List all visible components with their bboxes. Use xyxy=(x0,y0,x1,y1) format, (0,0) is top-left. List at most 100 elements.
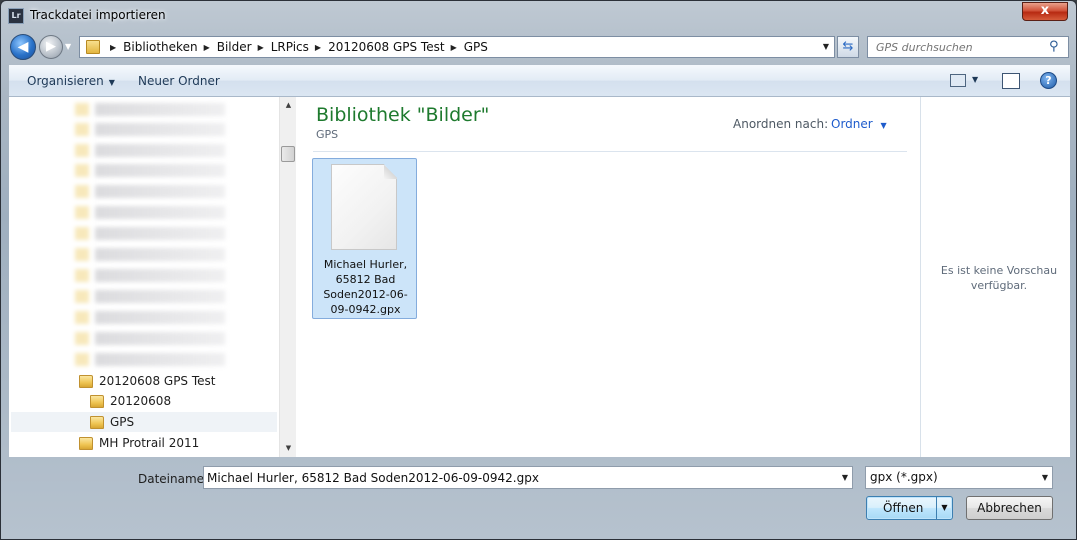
organize-label: Organisieren xyxy=(27,74,104,88)
arrow-left-icon: ◀ xyxy=(17,39,29,55)
chevron-down-icon: ▼ xyxy=(108,78,115,87)
chevron-right-icon[interactable]: ▶ xyxy=(258,43,264,52)
blurred-tree-item xyxy=(75,353,225,366)
blurred-tree-item xyxy=(75,248,225,261)
title-bar[interactable]: Lr Trackdatei importieren x xyxy=(1,1,1076,31)
blurred-tree-item xyxy=(75,185,225,198)
chevron-up-icon: ▲ xyxy=(285,101,292,109)
navigation-pane[interactable]: 20120608 GPS Test 20120608 GPS MH Protra… xyxy=(9,97,277,457)
search-icon[interactable]: ⚲ xyxy=(1049,40,1063,54)
breadcrumb-item-gps[interactable]: GPS xyxy=(464,40,488,54)
navigation-scrollbar[interactable]: ▲ ▼ xyxy=(279,97,296,457)
close-icon: x xyxy=(1040,3,1050,18)
lightroom-app-icon: Lr xyxy=(8,8,24,24)
no-preview-text: Es ist keine Vorschau verfügbar. xyxy=(940,264,1058,292)
library-subtitle: GPS xyxy=(316,128,339,141)
tree-item-label: GPS xyxy=(110,415,135,429)
chevron-right-icon[interactable]: ▶ xyxy=(451,43,457,52)
preview-pane: Es ist keine Vorschau verfügbar. xyxy=(920,97,1070,457)
address-dropdown-button[interactable]: ▼ xyxy=(818,37,834,57)
blurred-tree-item xyxy=(75,290,225,303)
chevron-down-icon: ▼ xyxy=(285,444,292,452)
forward-button[interactable]: ▶ xyxy=(39,35,63,59)
tree-item-20120608[interactable]: 20120608 xyxy=(90,391,277,411)
back-button[interactable]: ◀ xyxy=(10,34,36,60)
breadcrumb-item-bibliotheken[interactable]: Bibliotheken xyxy=(123,40,197,54)
arrange-by-value: Ordner xyxy=(831,117,873,131)
header-divider xyxy=(313,151,907,152)
file-item-gpx[interactable]: Michael Hurler, 65812 Bad Soden2012-06-0… xyxy=(312,158,417,319)
blurred-tree-item xyxy=(75,164,225,177)
chevron-down-icon[interactable]: ▼ xyxy=(972,75,978,84)
blurred-tree-item xyxy=(75,123,225,136)
blurred-tree-item xyxy=(75,206,225,219)
search-input[interactable] xyxy=(868,37,1044,57)
recent-pages-button[interactable]: ▼ xyxy=(65,42,75,52)
chevron-down-icon: ▼ xyxy=(941,503,948,512)
breadcrumb-item-lrpics[interactable]: LRPics xyxy=(271,40,309,54)
chevron-right-icon[interactable]: ▶ xyxy=(204,43,210,52)
chevron-down-icon: ▼ xyxy=(65,42,72,51)
tree-item-label: 20120608 GPS Test xyxy=(99,374,216,388)
tree-item-gps[interactable]: GPS xyxy=(11,412,277,432)
breadcrumb-item-gps-test[interactable]: 20120608 GPS Test xyxy=(328,40,445,54)
scroll-thumb[interactable] xyxy=(281,146,295,162)
arrange-by-label: Anordnen nach: xyxy=(733,117,829,131)
blurred-tree-item xyxy=(75,144,225,157)
file-type-value: gpx (*.gpx) xyxy=(870,470,938,484)
filename-label: Dateiname: xyxy=(138,472,209,486)
folder-icon xyxy=(90,394,104,408)
blurred-tree-item xyxy=(75,103,225,116)
file-type-select[interactable]: gpx (*.gpx) ▼ xyxy=(865,466,1053,489)
breadcrumb: ▶ Bibliotheken ▶ Bilder ▶ LRPics ▶ 20120… xyxy=(104,40,488,54)
cancel-button[interactable]: Abbrechen xyxy=(966,496,1053,520)
refresh-icon: ⇆ xyxy=(842,39,854,54)
chevron-down-icon: ▼ xyxy=(1041,473,1048,482)
command-bar: Organisieren ▼ Neuer Ordner ▼ ? xyxy=(9,65,1070,97)
new-folder-button[interactable]: Neuer Ordner xyxy=(138,74,220,88)
blurred-tree-item xyxy=(75,332,225,345)
search-box[interactable]: ⚲ xyxy=(867,36,1069,58)
navigation-row: ◀ ▶ ▼ ▶ Bibliotheken ▶ Bilder ▶ LRPics ▶… xyxy=(1,31,1076,63)
help-icon[interactable]: ? xyxy=(1040,72,1057,89)
folder-icon xyxy=(79,436,93,450)
library-title: Bibliothek "Bilder" xyxy=(316,104,490,126)
change-view-icon[interactable] xyxy=(950,74,966,87)
filename-field[interactable] xyxy=(204,467,824,488)
scroll-up-button[interactable]: ▲ xyxy=(280,97,297,114)
refresh-button[interactable]: ⇆ xyxy=(837,36,859,58)
folder-icon xyxy=(86,40,100,54)
file-list-pane[interactable]: Bibliothek "Bilder" GPS Anordnen nach: O… xyxy=(297,97,919,457)
arrange-by-dropdown[interactable]: Ordner ▼ xyxy=(831,117,887,131)
chevron-right-icon[interactable]: ▶ xyxy=(315,43,321,52)
chevron-right-icon[interactable]: ▶ xyxy=(110,43,116,52)
open-button[interactable]: Öffnen ▼ xyxy=(866,496,953,520)
organize-button[interactable]: Organisieren ▼ xyxy=(27,74,115,88)
folder-icon xyxy=(79,374,93,388)
close-button[interactable]: x xyxy=(1022,2,1068,21)
blurred-tree-item xyxy=(75,311,225,324)
tree-item-mh-protrail[interactable]: MH Protrail 2011 xyxy=(79,433,277,453)
blurred-tree-item xyxy=(75,227,225,240)
address-bar[interactable]: ▶ Bibliotheken ▶ Bilder ▶ LRPics ▶ 20120… xyxy=(79,36,835,58)
chevron-down-icon: ▼ xyxy=(822,42,830,51)
tree-item-label: MH Protrail 2011 xyxy=(99,436,200,450)
file-name-label: Michael Hurler, 65812 Bad Soden2012-06-0… xyxy=(323,258,408,316)
breadcrumb-item-bilder[interactable]: Bilder xyxy=(217,40,252,54)
window-title: Trackdatei importieren xyxy=(30,8,166,22)
filename-combobox[interactable]: ▼ xyxy=(203,466,853,489)
arrow-right-icon: ▶ xyxy=(46,39,56,54)
blurred-tree-item xyxy=(75,269,225,282)
content-area: 20120608 GPS Test 20120608 GPS MH Protra… xyxy=(9,97,1070,457)
folder-icon xyxy=(90,415,104,429)
chevron-down-icon: ▼ xyxy=(880,121,887,130)
chevron-down-icon[interactable]: ▼ xyxy=(842,467,848,488)
dialog-footer: Dateiname: ▼ gpx (*.gpx) ▼ Öffnen ▼ Abbr… xyxy=(1,457,1076,539)
open-options-button[interactable]: ▼ xyxy=(936,497,952,519)
document-fold xyxy=(384,164,397,179)
scroll-down-button[interactable]: ▼ xyxy=(280,440,297,457)
preview-pane-icon[interactable] xyxy=(1002,73,1020,89)
dialog-window: Lr Trackdatei importieren x ◀ ▶ ▼ ▶ Bibl… xyxy=(0,0,1077,540)
tree-item-gps-test[interactable]: 20120608 GPS Test xyxy=(79,371,277,391)
open-label: Öffnen xyxy=(883,501,924,515)
